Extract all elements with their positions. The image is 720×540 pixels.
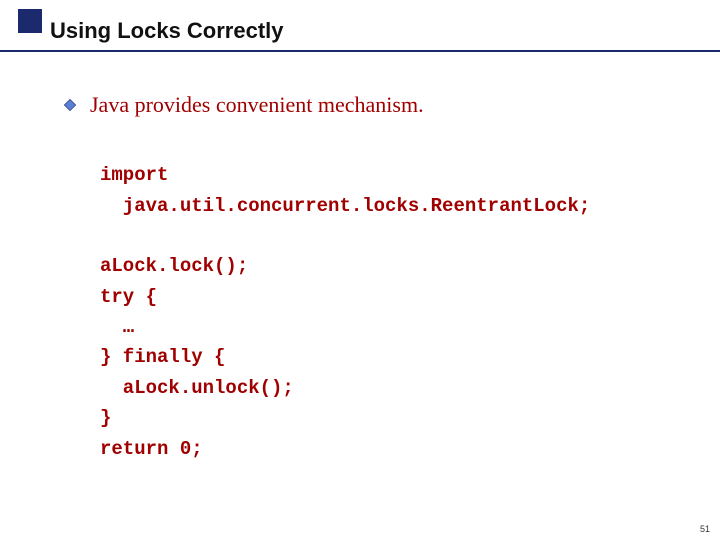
title-row: Using Locks Correctly bbox=[0, 18, 720, 44]
code-line: import bbox=[100, 164, 168, 186]
code-line: return 0; bbox=[100, 438, 203, 460]
slide-title: Using Locks Correctly bbox=[50, 18, 284, 44]
page-number: 51 bbox=[700, 524, 710, 534]
code-line: try { bbox=[100, 286, 157, 308]
bullet-row: Java provides convenient mechanism. bbox=[64, 92, 672, 118]
code-line: } bbox=[100, 407, 111, 429]
code-block: import java.util.concurrent.locks.Reentr… bbox=[64, 130, 672, 464]
accent-square-icon bbox=[18, 9, 42, 33]
diamond-bullet-icon bbox=[64, 99, 76, 111]
code-line: java.util.concurrent.locks.ReentrantLock… bbox=[100, 195, 590, 217]
slide-container: Using Locks Correctly Java provides conv… bbox=[0, 0, 720, 540]
code-line: aLock.unlock(); bbox=[100, 377, 294, 399]
code-line: } finally { bbox=[100, 346, 225, 368]
bullet-text: Java provides convenient mechanism. bbox=[90, 92, 424, 118]
code-line: … bbox=[100, 316, 134, 338]
code-gap bbox=[100, 221, 672, 251]
content-area: Java provides convenient mechanism. impo… bbox=[0, 52, 720, 464]
code-line: aLock.lock(); bbox=[100, 255, 248, 277]
